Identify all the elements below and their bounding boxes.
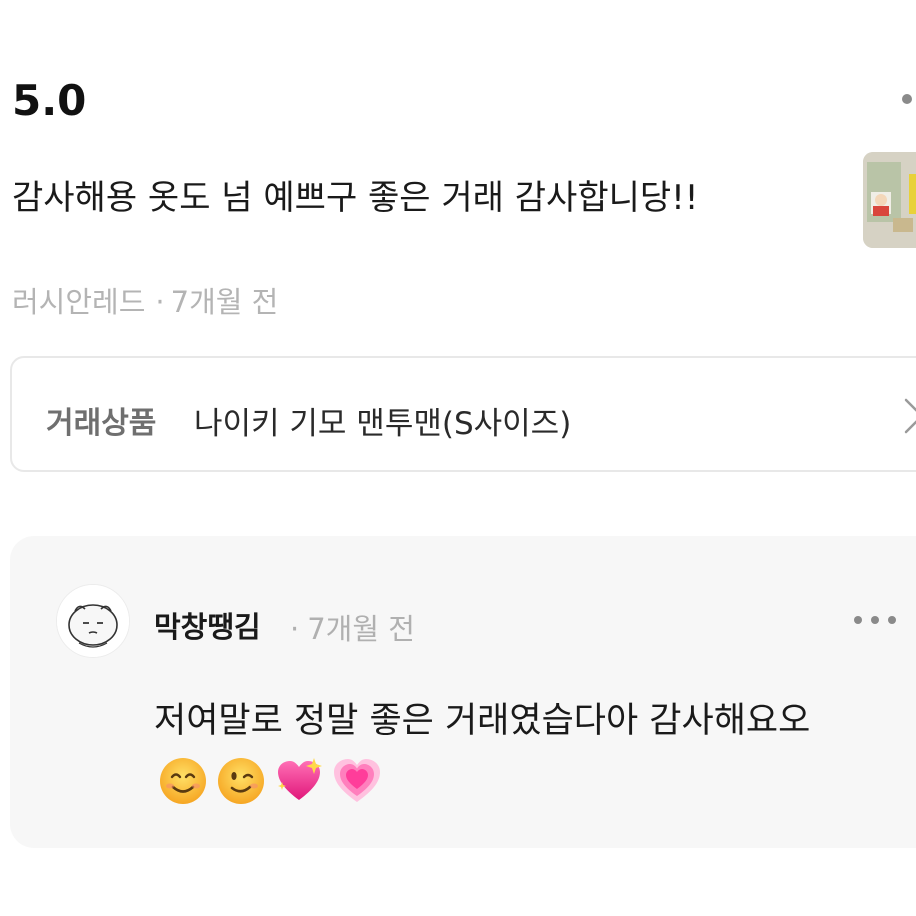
dot-icon <box>888 616 896 624</box>
avatar[interactable] <box>56 584 130 658</box>
traded-product-label: 거래상품 <box>46 406 157 441</box>
photo-image <box>863 152 916 248</box>
chevron-right-icon <box>902 396 916 440</box>
reply-emojis <box>158 756 382 806</box>
reply-text: 저여말로 정말 좋은 거래였습다아 감사해요오 <box>154 701 811 741</box>
review-meta: 러시안레드 · 7개월 전 <box>12 279 278 321</box>
dot-icon <box>871 616 879 624</box>
smiling-face-icon <box>160 758 206 804</box>
dot-icon <box>854 616 862 624</box>
review-author: 러시안레드 <box>12 285 146 319</box>
review-time: 7개월 전 <box>170 285 279 319</box>
reply-time: 7개월 전 <box>307 612 415 646</box>
meta-separator: · <box>155 285 165 319</box>
meta-separator: · <box>290 612 300 646</box>
traded-product-name: 나이키 기모 맨투맨(S사이즈) <box>194 406 572 442</box>
growing-heart-icon <box>334 759 380 802</box>
review-rating: 5.0 <box>12 76 87 125</box>
reply-author[interactable]: 막창땡김 <box>154 604 261 646</box>
reply-meta: · 7개월 전 <box>290 606 415 648</box>
sparkling-heart-icon <box>278 758 322 800</box>
traded-product-link[interactable]: 거래상품 나이키 기모 맨투맨(S사이즈) <box>10 356 916 472</box>
reply-more-menu-button[interactable] <box>854 616 896 624</box>
review-photo-thumbnail[interactable] <box>863 152 916 248</box>
review-more-menu-button[interactable] <box>902 94 912 104</box>
cartoon-face-avatar-icon <box>57 585 129 657</box>
winking-face-icon <box>218 758 264 804</box>
review-text: 감사해용 옷도 넘 예쁘구 좋은 거래 감사합니당!! <box>12 178 699 218</box>
seller-reply-card: 막창땡김 · 7개월 전 저여말로 정말 좋은 거래였습다아 감사해요오 <box>10 536 916 848</box>
